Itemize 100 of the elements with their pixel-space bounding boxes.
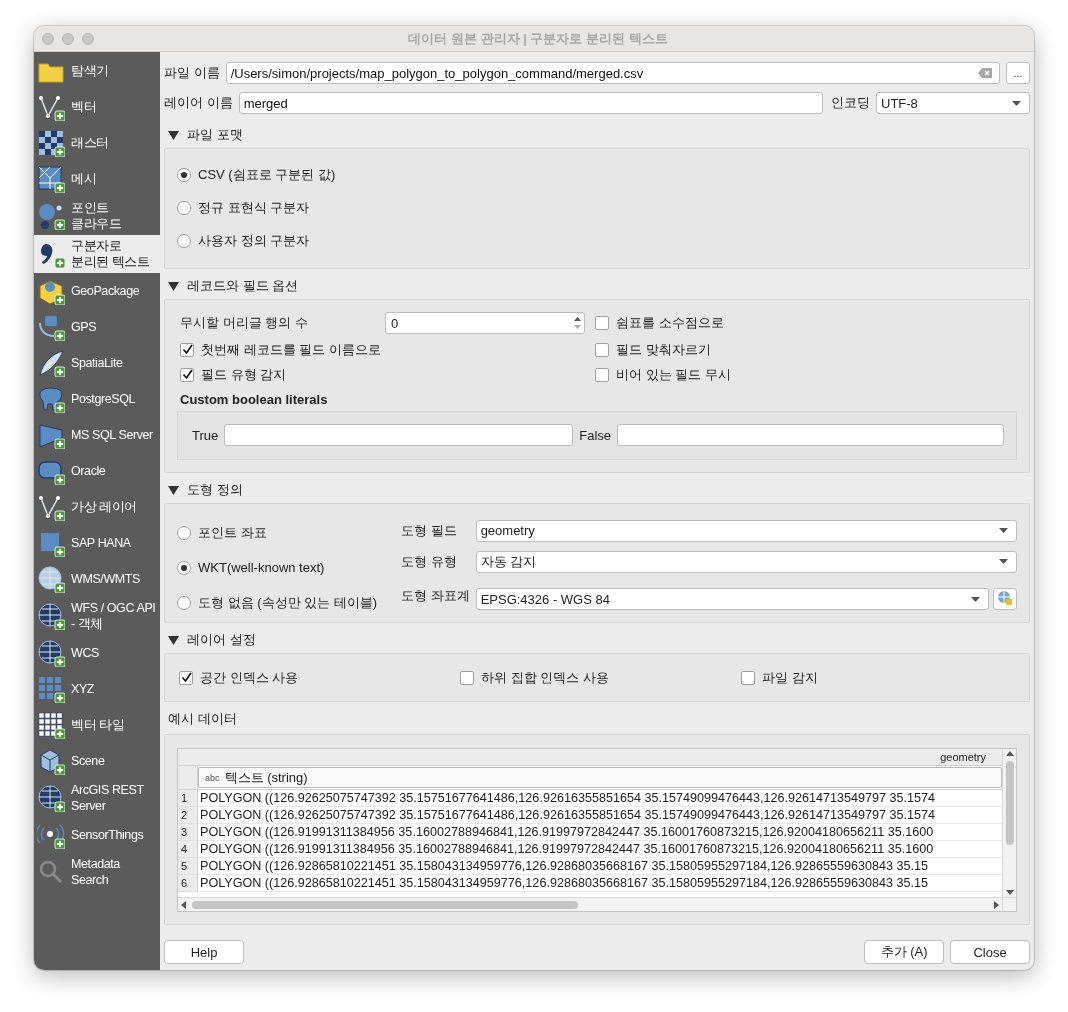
building-icon xyxy=(37,747,65,775)
sidebar-item[interactable]: ArcGIS REST Server xyxy=(34,779,160,817)
arrow-right-icon[interactable] xyxy=(994,900,999,909)
section-header[interactable]: 파일 포맷 xyxy=(164,122,247,148)
grid-icon xyxy=(37,675,65,703)
globe-icon xyxy=(37,602,65,630)
tiles-icon xyxy=(37,711,65,739)
sidebar-item[interactable]: 탐색기 xyxy=(34,53,160,89)
sidebar-item[interactable]: Scene xyxy=(34,743,160,779)
arrow-up-icon[interactable] xyxy=(1005,751,1014,756)
line-nodes-icon xyxy=(37,93,65,121)
crs-select[interactable]: EPSG:4326 - WGS 84 xyxy=(475,588,989,611)
sidebar-item[interactable]: WCS xyxy=(34,635,160,671)
zoom-control[interactable] xyxy=(82,32,94,45)
false-field[interactable] xyxy=(617,424,1004,446)
section-header[interactable]: 도형 정의 xyxy=(164,477,247,503)
arrow-down-icon[interactable] xyxy=(1005,890,1014,895)
spin-arrows-icon[interactable] xyxy=(573,315,582,331)
checkbox[interactable] xyxy=(741,670,755,685)
sidebar-item[interactable]: 포인트 클라우드 xyxy=(34,197,160,235)
geometry-select[interactable]: 자동 감지 xyxy=(475,551,1017,573)
spin-box[interactable]: 0 xyxy=(385,312,585,334)
section-header[interactable]: 레코드와 필드 옵션 xyxy=(164,273,303,299)
elephant-icon xyxy=(37,385,65,413)
radio-button[interactable] xyxy=(177,525,191,540)
sidebar-item[interactable]: GeoPackage xyxy=(34,273,160,309)
radio-button[interactable] xyxy=(177,200,191,215)
help-button[interactable]: Help xyxy=(164,940,244,964)
radio-button[interactable] xyxy=(177,167,191,182)
sidebar-item[interactable]: 구분자로 분리된 텍스트 xyxy=(34,235,160,273)
radio-label: CSV (쉼표로 구분된 값) xyxy=(198,165,336,184)
radio-button[interactable] xyxy=(177,595,191,610)
field-label: 도형 유형 xyxy=(401,553,458,571)
arrow-left-icon[interactable] xyxy=(181,900,186,909)
row-number: 1 xyxy=(178,790,198,807)
checkbox-label: 첫번째 레코드를 필드 이름으로 xyxy=(201,340,381,359)
clear-icon[interactable] xyxy=(978,68,992,78)
browse-button[interactable]: ... xyxy=(1006,62,1030,84)
checkbox[interactable] xyxy=(180,367,194,382)
sidebar-item[interactable]: 벡터 xyxy=(34,89,160,125)
sidebar-item[interactable]: GPS xyxy=(34,309,160,345)
radio-button[interactable] xyxy=(177,233,191,248)
checkbox[interactable] xyxy=(180,342,194,357)
geometry-select[interactable]: geometry xyxy=(475,519,1017,542)
caret-icon xyxy=(971,596,980,602)
sidebar-item[interactable]: Oracle xyxy=(34,453,160,489)
layer-name-field[interactable]: merged xyxy=(238,92,823,114)
close-control[interactable] xyxy=(42,32,54,45)
sidebar-item[interactable]: XYZ xyxy=(34,671,160,707)
disclosure-triangle-icon xyxy=(168,281,179,291)
field-label: 도형 좌표계 xyxy=(401,587,470,606)
file-name-field[interactable]: /Users/simon/projects/map_polygon_to_polygon_command/merged.csv xyxy=(225,62,1000,84)
checkbox[interactable] xyxy=(595,342,609,357)
sidebar-item[interactable]: 메시 xyxy=(34,161,160,197)
checkbox-label: 파일 감지 xyxy=(762,668,818,687)
field-type-label: 텍스트 (string) xyxy=(224,768,308,787)
checkbox[interactable] xyxy=(179,670,193,685)
table-cell: POLYGON ((126.92865810221451 35.158043134959776,126.92868035668167 35.15805955297184,126.92865559630843 35.15 xyxy=(198,858,1002,875)
checkbox[interactable] xyxy=(595,367,609,382)
type-abbreviation: abc xyxy=(205,772,220,783)
search-icon xyxy=(37,858,65,886)
vertical-scrollbar[interactable] xyxy=(1002,749,1016,897)
sidebar-item[interactable]: SpatiaLite xyxy=(34,345,160,381)
row-number: 6 xyxy=(178,875,198,892)
field-label: False xyxy=(579,427,612,443)
add-button[interactable]: 추가 (A) xyxy=(864,940,944,964)
sidebar-item[interactable]: 래스터 xyxy=(34,125,160,161)
checkbox[interactable] xyxy=(460,670,474,685)
crs-picker-button[interactable] xyxy=(993,588,1017,611)
sidebar-item[interactable]: Metadata Search xyxy=(34,853,160,891)
scrollbar-thumb[interactable] xyxy=(192,901,578,909)
checkbox-label: 필드 유형 감지 xyxy=(201,365,287,384)
dots-icon xyxy=(37,202,65,230)
table-cell: POLYGON ((126.92625075747392 35.15751677641486,126.92616355851654 35.15749099476443,126.92614713549797 35.1574 xyxy=(198,807,1002,824)
sidebar-item[interactable]: MS SQL Server xyxy=(34,417,160,453)
sidebar-item[interactable]: 가상 레이어 xyxy=(34,489,160,525)
close-button[interactable]: Close xyxy=(950,940,1030,964)
scrollbar-thumb[interactable] xyxy=(1005,761,1014,845)
horizontal-scrollbar[interactable] xyxy=(178,897,1002,911)
section-header[interactable]: 레이어 설정 xyxy=(164,627,260,653)
table-cell: POLYGON ((126.92625075747392 35.15751677641486,126.92616355851654 35.15749099476443,126.92614713549797 35.1574 xyxy=(198,790,1002,807)
encoding-select[interactable]: UTF-8 xyxy=(876,92,1030,114)
true-field[interactable] xyxy=(224,424,574,446)
mesh-icon xyxy=(37,165,65,193)
row-number: 5 xyxy=(178,858,198,875)
field-label: 인코딩 xyxy=(831,94,870,112)
radio-button[interactable] xyxy=(177,560,191,575)
sidebar-item[interactable]: PostgreSQL xyxy=(34,381,160,417)
radio-label: 포인트 좌표 xyxy=(198,523,267,542)
checkbox[interactable] xyxy=(595,316,609,330)
sidebar-item[interactable]: 벡터 타일 xyxy=(34,707,160,743)
checkbox-label: 공간 인덱스 사용 xyxy=(200,668,299,687)
sidebar-item[interactable]: WFS / OGC API - 객체 xyxy=(34,597,160,635)
sidebar-item[interactable]: SAP HANA xyxy=(34,525,160,561)
sidebar-item[interactable]: WMS/WMTS xyxy=(34,561,160,597)
radio-label: 사용자 정의 구분자 xyxy=(198,231,310,250)
sidebar-item[interactable]: SensorThings xyxy=(34,817,160,853)
radio-label: WKT(well-known text) xyxy=(198,560,325,575)
minimize-control[interactable] xyxy=(62,32,74,45)
checkbox-label: 쉼표를 소수점으로 xyxy=(616,314,724,332)
